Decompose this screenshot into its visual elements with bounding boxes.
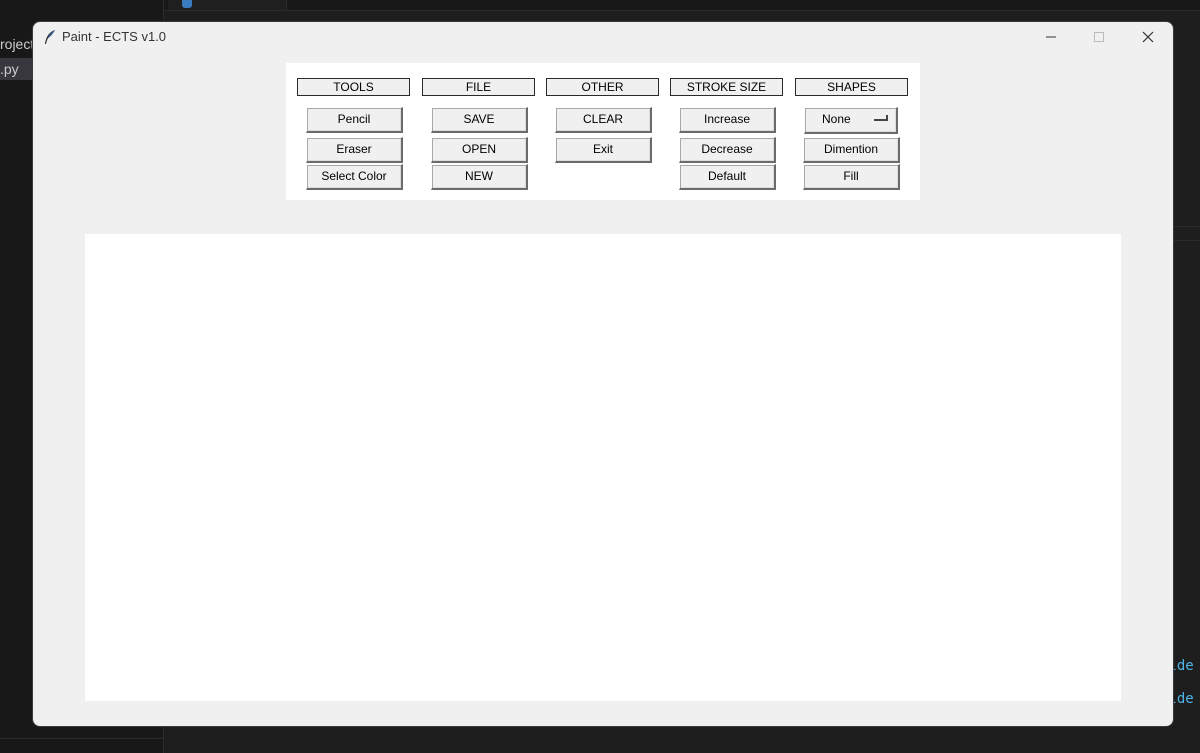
- window-title: Paint - ECTS v1.0: [62, 29, 167, 44]
- exit-button[interactable]: Exit: [555, 137, 652, 163]
- decrease-stroke-button[interactable]: Decrease: [679, 137, 776, 163]
- shape-select[interactable]: None: [804, 107, 898, 134]
- title-bar[interactable]: Paint - ECTS v1.0: [33, 22, 1173, 52]
- toolbar-panel: TOOLS FILE OTHER STROKE SIZE SHAPES Penc…: [286, 63, 920, 200]
- explorer-item[interactable]: roject: [0, 36, 34, 52]
- stroke-size-header: STROKE SIZE: [670, 78, 783, 96]
- new-button[interactable]: NEW: [431, 164, 528, 190]
- select-color-button[interactable]: Select Color: [306, 164, 403, 190]
- file-header: FILE: [422, 78, 535, 96]
- feather-icon: [45, 30, 55, 44]
- maximize-button[interactable]: [1076, 22, 1122, 52]
- explorer-item-label: .py: [0, 61, 19, 77]
- shapes-header: SHAPES: [795, 78, 908, 96]
- eraser-button[interactable]: Eraser: [306, 137, 403, 163]
- tools-header: TOOLS: [297, 78, 410, 96]
- divider: [1173, 240, 1200, 241]
- close-button[interactable]: [1125, 22, 1171, 52]
- minimize-button[interactable]: [1028, 22, 1074, 52]
- increase-stroke-button[interactable]: Increase: [679, 107, 776, 133]
- shape-select-value: None: [822, 112, 851, 126]
- drawing-canvas[interactable]: [85, 234, 1121, 701]
- dropdown-indicator-icon: [874, 115, 888, 121]
- paint-window: Paint - ECTS v1.0 TOOLS FILE OTHER STROK…: [33, 22, 1173, 726]
- python-file-icon: [182, 0, 192, 8]
- editor-tabbar: [164, 0, 1200, 11]
- close-icon: [1142, 31, 1154, 43]
- fill-button[interactable]: Fill: [803, 164, 900, 190]
- other-header: OTHER: [546, 78, 659, 96]
- open-button[interactable]: OPEN: [431, 137, 528, 163]
- clear-button[interactable]: CLEAR: [555, 107, 652, 133]
- pencil-button[interactable]: Pencil: [306, 107, 403, 133]
- divider: [1173, 226, 1200, 227]
- explorer-item-selected[interactable]: .py: [0, 58, 33, 80]
- dimention-button[interactable]: Dimention: [803, 137, 900, 163]
- divider: [0, 738, 163, 739]
- maximize-icon: [1094, 32, 1104, 42]
- minimize-icon: [1046, 36, 1056, 38]
- default-stroke-button[interactable]: Default: [679, 164, 776, 190]
- save-button[interactable]: SAVE: [431, 107, 528, 133]
